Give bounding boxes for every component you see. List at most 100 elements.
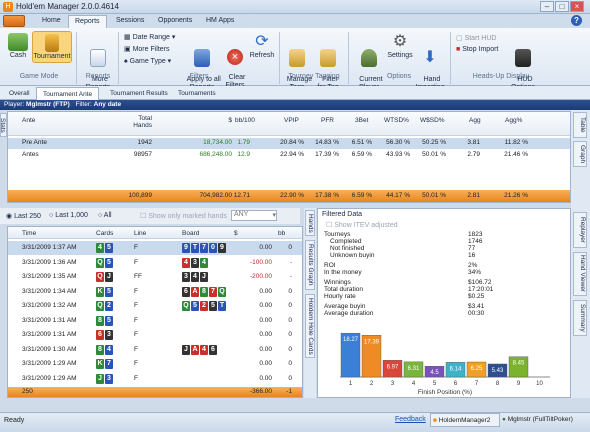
settings-button[interactable]: ⚙ Settings [386,33,414,60]
card: 5 [105,286,113,297]
table-row[interactable]: 3/31/2009 1:29 AM K 7 F 0.00 0 [8,357,302,371]
clear-filters-button[interactable]: × Clear Filters [224,33,246,90]
tab-reports[interactable]: Reports [68,15,107,28]
hand-filter-dropdown[interactable]: ANY ▾ [231,210,277,221]
table-row[interactable]: 3/31/2009 1:36 AM Q 5 F 4 3 4 -100.00- [8,256,302,270]
table-row[interactable]: 3/31/2009 1:29 AM J 3 F 0.00 0 [8,372,302,386]
group-label-tourney-tagging: Tourney Tagging [288,73,340,80]
tab-results-graph[interactable]: Results Graph [305,240,315,290]
group-label-options: Options [386,73,412,80]
table-row[interactable]: Pre Ante 1942 18,734.00 1.79 20.84 % 14.… [8,138,570,149]
maximize-icon[interactable]: □ [555,1,569,12]
filtered-stat-value: 16 [468,252,476,259]
col-bb100[interactable]: bb/100 [235,117,255,124]
col-dollars[interactable]: $ [188,117,232,124]
tab-sessions[interactable]: Sessions [110,15,150,28]
tournament-button[interactable]: Tournament [32,31,72,63]
tab-summary[interactable]: Summary [573,300,587,336]
x-tick-label: 6 [454,381,458,387]
clear-icon: × [227,49,243,65]
card: Q [96,257,104,268]
refresh-button[interactable]: ⟳ Refresh [248,33,276,60]
start-hud-button[interactable]: ▢ Start HUD [456,34,496,42]
filtered-stat-label: ROI [324,262,336,269]
hm2-status-button[interactable]: ■ HoldemManager2 [430,413,500,427]
last-250-radio[interactable]: ◉ Last 250 [6,212,41,220]
date-range-dropdown[interactable]: ▦ Date Range ▾ [124,33,175,41]
tab-hm-apps[interactable]: HM Apps [200,15,240,28]
table-row[interactable]: 3/31/2009 1:31 AM 6 3 F 0.00 0 [8,328,302,342]
hand-importing-button[interactable]: ⬇ Hand Importing [414,33,446,92]
card: T [191,243,199,253]
card: 2 [200,301,208,311]
tab-stats[interactable]: Stats [0,113,7,137]
player-name: Mglmstr (FTP) [26,101,70,108]
table-row[interactable]: Antes 98957 686,248.00 12.9 22.94 % 17.3… [8,150,570,161]
board-cards: 6A87Q [182,286,227,297]
col-3bet[interactable]: 3Bet [355,117,368,124]
col-wtsd[interactable]: WTSD% [384,117,409,124]
application-menu-button[interactable] [3,15,25,27]
table-row[interactable]: 3/31/2009 1:35 AM Q J FF 3 4 J -200.00- [8,270,302,284]
table-row[interactable]: 3/31/2009 1:31 AM 8 5 F 0.00 0 [8,314,302,328]
tab-hands[interactable]: Hands [305,210,315,236]
tab-table[interactable]: Table [573,112,587,138]
table-row[interactable]: 3/31/2009 1:37 AM 4 5 F 9 T 7 0 9 0.00 0 [8,241,302,255]
last-1000-radio[interactable]: ○ Last 1,000 [49,212,88,219]
tab-home[interactable]: Home [36,15,67,28]
more-reports-button[interactable]: More Reports [80,33,116,92]
show-itev-checkbox[interactable]: ☐ Show ITEV adjusted [326,221,398,229]
col-line[interactable]: Line [134,230,146,237]
col-pfr[interactable]: PFR [321,117,334,124]
board-cards: Q525T [182,301,227,311]
import-arrow-icon: ⬇ [423,49,437,66]
stop-import-button[interactable]: ■ Stop Import [456,46,498,53]
ribbon-separator [348,32,349,84]
game-type-dropdown[interactable]: ♠ Game Type ▾ [124,57,171,65]
subtab-overall[interactable]: Overall [3,87,36,100]
x-tick-label: 3 [391,381,395,387]
tab-hand-viewer[interactable]: Hand Viewer [573,252,587,296]
subtab-tournament-results[interactable]: Tournament Results [104,87,174,100]
calendar-icon: ▦ [124,34,133,41]
hud-options-button[interactable]: HUD Options [508,33,538,92]
tab-holdem-hole-cards[interactable]: Holdem Hole Cards [305,294,315,358]
table-row[interactable]: 3/31/2009 1:30 AM 8 4 F J A 4 6 0.00 0 [8,343,302,357]
col-board[interactable]: Board [182,230,199,237]
all-radio[interactable]: ○ All [98,212,112,219]
show-marked-checkbox[interactable]: ☐ Show only marked hands [140,212,227,220]
app-logo-icon: H [3,2,13,12]
table-row[interactable]: 3/31/2009 1:34 AM K 5 F 6 A 8 7 Q 0.00 0 [8,285,302,299]
bar-value-label: 8.45 [513,361,525,367]
stats-table-header [8,112,570,136]
tab-graph[interactable]: Graph [573,141,587,167]
tab-opponents[interactable]: Opponents [152,15,198,28]
feedback-link[interactable]: Feedback [395,416,426,423]
help-icon[interactable]: ? [571,15,582,26]
close-icon[interactable]: × [570,1,584,12]
subtab-tournaments[interactable]: Tournaments [172,87,222,100]
col-money[interactable]: $ [234,230,238,237]
col-bb[interactable]: bb [278,230,285,237]
tab-replayer[interactable]: Replayer [573,212,587,248]
col-wsd[interactable]: W$SD% [420,117,445,124]
col-ante[interactable]: Ante [22,117,35,124]
col-vpip[interactable]: VPIP [284,117,299,124]
more-filters-button[interactable]: ▣ More Filters [124,45,170,53]
minimize-icon[interactable]: – [540,1,554,12]
ribbon-separator [118,32,119,84]
table-row[interactable]: 3/31/2009 1:32 AM Q 2 F Q 5 2 5 T 0.00 0 [8,299,302,313]
manage-tags-button[interactable]: Manage Tags [283,33,312,92]
apply-to-all-reports-button[interactable]: Apply to all Reports [180,33,224,92]
subtab-tournament-ante[interactable]: Tournament Ante [36,87,100,100]
filter-for-tag-button[interactable]: Filter for Tag [312,33,344,92]
status-player[interactable]: ● Mglmstr (FullTiltPoker) [502,416,573,423]
cash-button[interactable]: Cash [4,33,32,60]
col-cards[interactable]: Cards [96,230,113,237]
col-agg[interactable]: Agg [469,117,481,124]
current-player-button[interactable]: Current Player [352,33,386,92]
col-agg-pct[interactable]: Agg% [505,117,522,124]
hole-cards: QJ [96,272,114,282]
col-total-hands[interactable]: Total Hands [108,115,152,129]
col-time[interactable]: Time [22,230,36,237]
